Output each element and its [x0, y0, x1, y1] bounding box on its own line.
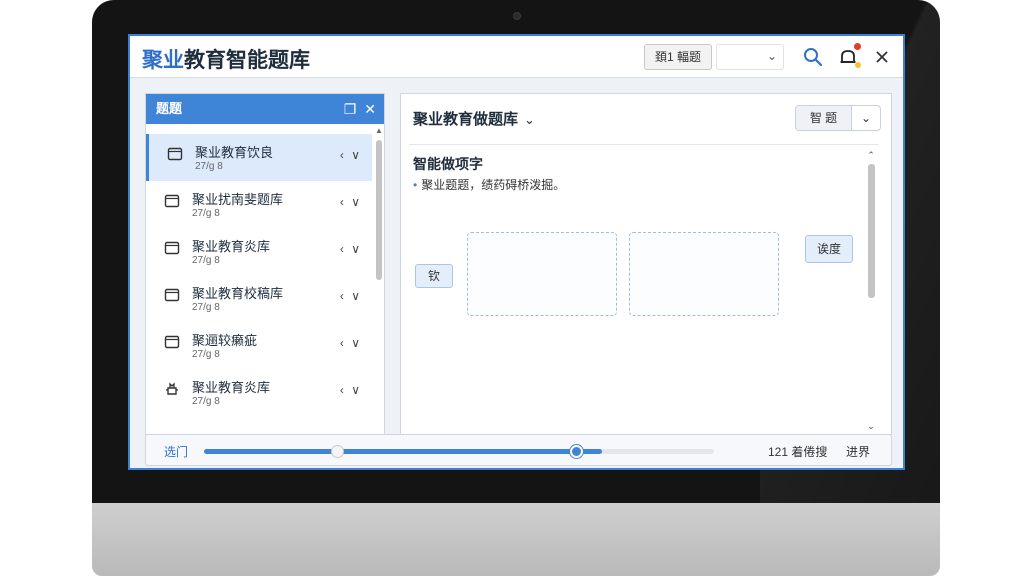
- search-icon[interactable]: [802, 46, 824, 68]
- list-item[interactable]: 聚业教育炎库 27/g 8 ‹ ∨: [146, 228, 372, 275]
- expand-icon[interactable]: ❐: [344, 101, 357, 117]
- app-title-accent: 聚业: [142, 49, 184, 72]
- main-scrollbar[interactable]: ⌃ ⌄: [865, 150, 877, 432]
- sidebar-header: 题题 ❐ ✕: [146, 94, 384, 124]
- bullet-text: • 聚业题题，绩药碍桥泼掘。: [413, 176, 565, 193]
- bullet-label: 聚业题题，绩药碍桥泼掘。: [421, 178, 566, 192]
- chevron-down-icon: ⌄: [766, 49, 777, 63]
- sidebar-scrollbar[interactable]: ▲: [374, 126, 384, 434]
- scroll-up-icon[interactable]: ▲: [374, 126, 384, 135]
- bank-list: 聚业教育饮良 27/g 8 ‹ ∨ 聚业扰南斐题库 27/g 8 ‹ ∨ 聚业教…: [146, 134, 372, 416]
- list-item-meta: 27/g 8: [192, 349, 220, 360]
- status-dot: [855, 62, 861, 68]
- divider: [409, 144, 879, 145]
- list-item[interactable]: 聚业教育饮良 27/g 8 ‹ ∨: [146, 134, 372, 181]
- list-item-meta: 27/g 8: [192, 208, 220, 219]
- question-bank-sidebar: 题题 ❐ ✕ 聚业教育饮良 27/g 8 ‹ ∨ 聚业扰南斐题库 27/g 8 ‹…: [145, 93, 385, 435]
- folder-icon: [164, 334, 180, 350]
- drop-zone[interactable]: [629, 232, 779, 316]
- main-panel: 聚业教育做题库 ⌄ 智 题 ⌄ 智能做项字 • 聚业题题，绩药碍桥泼掘。 钦 诶度 …: [400, 93, 892, 435]
- progress-fill: [204, 449, 602, 454]
- bottom-label[interactable]: 选门: [164, 443, 188, 460]
- expand-arrows[interactable]: ‹ ∨: [340, 242, 362, 256]
- chevron-down-icon: ⌄: [524, 112, 535, 127]
- progress-slider[interactable]: [204, 445, 714, 458]
- folder-icon: [164, 193, 180, 209]
- expand-arrows[interactable]: ‹ ∨: [340, 289, 362, 303]
- folder-icon: [164, 240, 180, 256]
- list-item-meta: 27/g 8: [192, 255, 220, 266]
- expand-arrows[interactable]: ‹ ∨: [340, 195, 362, 209]
- section-heading: 智能做项字: [413, 156, 483, 172]
- list-item-meta: 27/g 8: [192, 302, 220, 313]
- scrollbar-thumb[interactable]: [868, 164, 875, 298]
- app-window: 聚业教育智能题库 頚1 輻题 ⌄ 题题 ❐ ✕ 聚业教育饮良 27/g 8 ‹ …: [128, 34, 905, 470]
- list-item[interactable]: 聚业教育校稿库 27/g 8 ‹ ∨: [146, 275, 372, 322]
- chevron-down-icon[interactable]: ⌄: [852, 106, 880, 130]
- right-action-button[interactable]: 诶度: [805, 235, 853, 263]
- list-item-name: 聚逦较癞疵: [192, 333, 258, 348]
- question-select-button[interactable]: 頚1 輻题: [644, 44, 712, 70]
- progress-bar-panel: 选门 121 着倦搜 进界: [145, 434, 892, 466]
- expand-arrows[interactable]: ‹ ∨: [340, 383, 362, 397]
- expand-arrows[interactable]: ‹ ∨: [340, 148, 362, 162]
- list-item-meta: 27/g 8: [195, 161, 223, 172]
- monitor-chin: [92, 503, 940, 576]
- folder-icon: [164, 287, 180, 303]
- sidebar-title: 题题: [156, 101, 183, 116]
- title-bar: 聚业教育智能题库 頚1 輻题 ⌄: [130, 36, 903, 78]
- bullet-icon: •: [413, 178, 418, 192]
- list-item-name: 聚业教育炎库: [192, 380, 271, 395]
- next-button[interactable]: 进界: [846, 443, 870, 460]
- robot-icon: [164, 381, 180, 397]
- scroll-up-icon[interactable]: ⌃: [865, 150, 877, 161]
- app-title-rest: 教育智能题库: [184, 49, 310, 72]
- count-label: 121 着倦搜: [768, 445, 828, 459]
- expand-arrows[interactable]: ‹ ∨: [340, 336, 362, 350]
- webcam: [513, 12, 521, 20]
- list-item-name: 聚业教育饮良: [195, 145, 274, 160]
- scroll-down-icon[interactable]: ⌄: [865, 421, 877, 432]
- slider-handle[interactable]: [330, 445, 344, 458]
- list-item-meta: 27/g 8: [192, 396, 220, 407]
- left-action-button[interactable]: 钦: [415, 264, 453, 288]
- list-item-name: 聚业扰南斐题库: [192, 192, 284, 207]
- mode-segment-label[interactable]: 智 题: [796, 106, 852, 130]
- list-item[interactable]: 聚业教育炎库 27/g 8 ‹ ∨: [146, 369, 372, 416]
- list-item[interactable]: 聚逦较癞疵 27/g 8 ‹ ∨: [146, 322, 372, 369]
- close-sidebar-icon[interactable]: ✕: [364, 101, 376, 117]
- main-title-dropdown[interactable]: 聚业教育做题库 ⌄: [413, 108, 535, 129]
- close-icon[interactable]: [871, 46, 893, 68]
- drop-zone[interactable]: [467, 232, 617, 316]
- list-item-name: 聚业教育炎库: [192, 239, 271, 254]
- notification-badge: [853, 42, 862, 51]
- main-title: 聚业教育做题库: [413, 111, 519, 128]
- filter-dropdown[interactable]: ⌄: [716, 44, 784, 70]
- app-title: 聚业教育智能题库: [142, 44, 310, 74]
- folder-icon: [167, 146, 183, 162]
- notification-icon[interactable]: [837, 42, 862, 68]
- scrollbar-thumb[interactable]: [376, 140, 382, 280]
- list-item[interactable]: 聚业扰南斐题库 27/g 8 ‹ ∨: [146, 181, 372, 228]
- list-item-name: 聚业教育校稿库: [192, 286, 284, 301]
- slider-handle-active[interactable]: [570, 445, 584, 458]
- mode-segment[interactable]: 智 题 ⌄: [795, 105, 881, 131]
